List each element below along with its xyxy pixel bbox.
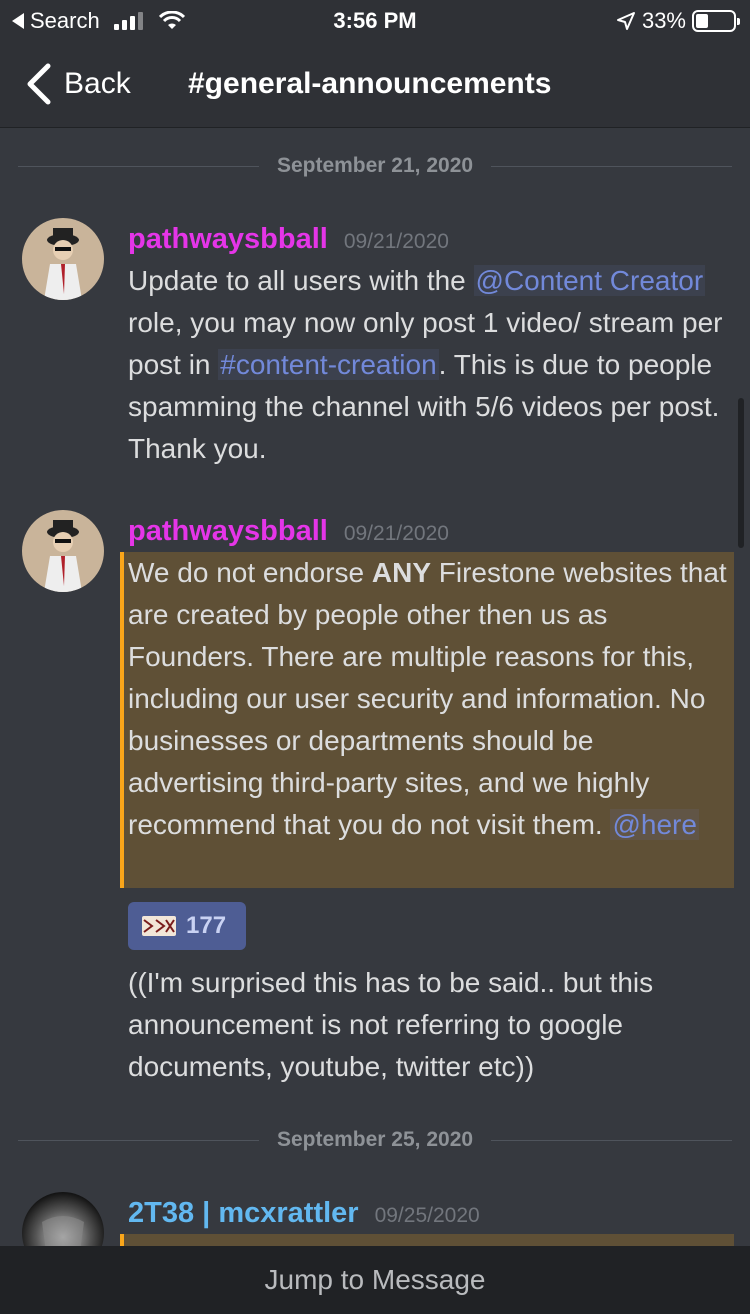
- message-body: ((I'm surprised this has to be said.. bu…: [128, 967, 654, 1082]
- nav-header: Back #general-announcements: [0, 42, 750, 128]
- avatar[interactable]: [22, 1192, 104, 1246]
- jump-to-message-label: Jump to Message: [264, 1264, 486, 1295]
- status-right: 33%: [616, 8, 740, 34]
- username[interactable]: pathwaysbball: [128, 515, 328, 548]
- message-timestamp: 09/21/2020: [343, 522, 449, 545]
- battery-icon: [692, 10, 740, 32]
- reaction-count: 177: [186, 912, 227, 939]
- battery-level: [696, 14, 708, 28]
- back-chevron-icon: [27, 63, 51, 105]
- date-divider-label: September 21, 2020: [276, 154, 474, 177]
- avatar-image: [22, 510, 104, 592]
- emoji-reaction-icon: [142, 916, 176, 936]
- message-timestamp: 09/25/2020: [374, 1204, 480, 1227]
- channel-mention[interactable]: #content-creation: [218, 349, 439, 380]
- message-header: pathwaysbball 09/21/2020: [128, 223, 449, 256]
- message-body: Update to all users with the @Content Cr…: [128, 260, 728, 470]
- date-divider-label: September 25, 2020: [276, 1128, 474, 1151]
- channel-title: #general-announcements: [188, 67, 552, 100]
- mention-highlight: [120, 1234, 734, 1246]
- date-divider: September 25, 2020: [18, 1128, 732, 1151]
- bold-text: ANY: [371, 557, 431, 588]
- role-mention[interactable]: @Content Creator: [473, 265, 706, 296]
- scrollbar[interactable]: [738, 398, 744, 548]
- jump-to-message-button[interactable]: Jump to Message: [0, 1246, 750, 1314]
- location-arrow-icon: [616, 12, 635, 30]
- message-list[interactable]: September 21, 2020 pathwaysbball 09/21/2…: [0, 128, 750, 1246]
- username[interactable]: pathwaysbball: [128, 223, 328, 256]
- back-button[interactable]: Back: [24, 62, 131, 106]
- back-label: Back: [64, 67, 131, 100]
- username[interactable]: 2T38 | mcxrattler: [128, 1197, 359, 1230]
- avatar[interactable]: [22, 510, 104, 592]
- here-mention[interactable]: @here: [610, 809, 699, 840]
- date-divider: September 21, 2020: [18, 154, 732, 177]
- status-bar: Search 3:56 PM 33%: [0, 0, 750, 42]
- message-header: pathwaysbball 09/21/2020: [128, 515, 449, 548]
- message-text: We do not endorse: [128, 557, 372, 588]
- avatar[interactable]: [22, 218, 104, 300]
- reaction-button[interactable]: 177: [128, 902, 246, 950]
- avatar-image: [22, 1192, 104, 1246]
- message-text: Update to all users with the: [128, 265, 474, 296]
- avatar-image: [22, 218, 104, 300]
- message-body: We do not endorse ANY Firestone websites…: [128, 552, 728, 846]
- battery-percent: 33%: [641, 8, 686, 33]
- message-header: 2T38 | mcxrattler 09/25/2020: [128, 1197, 480, 1230]
- message-text: Firestone websites that are created by p…: [128, 557, 727, 840]
- message-timestamp: 09/21/2020: [343, 230, 449, 253]
